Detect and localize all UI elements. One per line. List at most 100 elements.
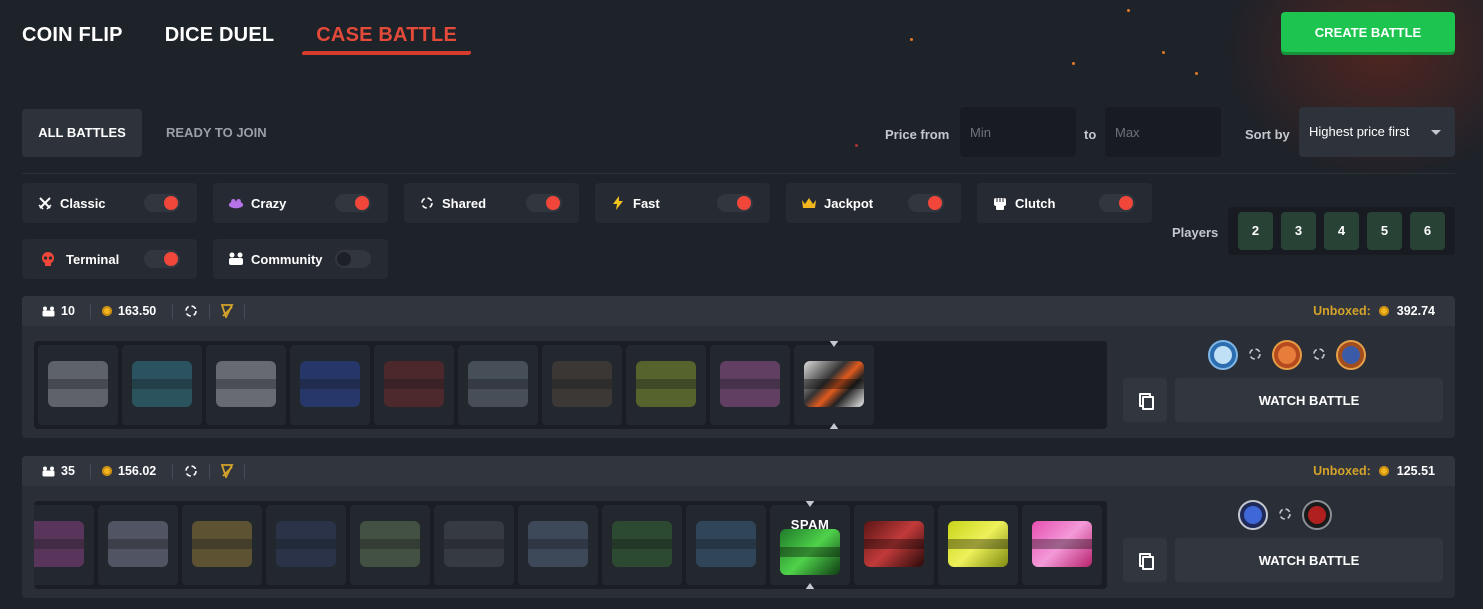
watch-battle-button[interactable]: WATCH BATTLE: [1175, 378, 1443, 422]
case-item: [290, 345, 370, 425]
price-to-label: to: [1084, 127, 1097, 142]
players-option-6[interactable]: 6: [1410, 212, 1445, 250]
coin-icon: [102, 466, 112, 476]
skull-icon: [40, 251, 56, 267]
players-option-4[interactable]: 4: [1324, 212, 1359, 250]
shared-toggle[interactable]: [526, 194, 562, 212]
shared-icon: [1312, 347, 1326, 364]
all-battles-tab[interactable]: ALL BATTLES: [22, 109, 142, 157]
mode-label: Fast: [633, 195, 660, 211]
coin-icon: [1378, 306, 1389, 316]
case-item: [206, 345, 286, 425]
battle-meta-bar: 10 163.50 Unboxed: 392.74: [22, 296, 1455, 326]
fist-icon: [992, 195, 1008, 211]
sort-select[interactable]: Highest price first: [1299, 107, 1455, 157]
case-item: [98, 505, 178, 585]
copy-link-button[interactable]: [1123, 378, 1167, 422]
price-max-input[interactable]: [1105, 107, 1221, 157]
mode-fast: Fast: [595, 183, 770, 223]
game-mode-tabs: COIN FLIP DICE DUEL CASE BATTLE: [22, 24, 457, 47]
copy-link-button[interactable]: [1123, 538, 1167, 582]
tab-coin-flip[interactable]: COIN FLIP: [22, 24, 123, 47]
crazy-icon: [228, 195, 244, 211]
clutch-toggle[interactable]: [1099, 194, 1135, 212]
mode-community: Community: [213, 239, 388, 279]
mode-label: Clutch: [1015, 195, 1056, 211]
players-option-3[interactable]: 3: [1281, 212, 1316, 250]
case-item: [518, 505, 598, 585]
mode-label: Classic: [60, 195, 106, 211]
sort-by-label: Sort by: [1245, 127, 1290, 142]
spark: [855, 144, 858, 147]
cases-icon: [42, 306, 55, 316]
fast-toggle[interactable]: [717, 194, 753, 212]
mode-jackpot: Jackpot: [786, 183, 961, 223]
rounds-count: 35: [42, 464, 75, 478]
shared-icon: [1278, 507, 1292, 524]
players-option-2[interactable]: 2: [1238, 212, 1273, 250]
crown-icon: [801, 195, 817, 211]
tab-case-battle[interactable]: CASE BATTLE: [316, 24, 457, 47]
case-item: [542, 345, 622, 425]
cases-icon: [42, 466, 55, 476]
spark: [910, 38, 913, 41]
case-item: [686, 505, 766, 585]
spark: [1195, 72, 1198, 75]
case-strip: [34, 341, 1107, 429]
crazy-toggle[interactable]: [335, 194, 371, 212]
mode-label: Jackpot: [824, 195, 874, 211]
price-from-label: Price from: [885, 127, 950, 142]
player-avatar[interactable]: [1302, 500, 1332, 530]
tab-dice-duel[interactable]: DICE DUEL: [165, 24, 275, 47]
mode-label: Terminal: [66, 251, 120, 267]
case-item: [458, 345, 538, 425]
case-item: [938, 505, 1018, 585]
jackpot-toggle[interactable]: [908, 194, 944, 212]
current-case-item: [794, 345, 874, 425]
ready-to-join-tab[interactable]: READY TO JOIN: [150, 109, 283, 157]
copy-icon: [1139, 553, 1154, 570]
battle-price: 163.50: [102, 304, 156, 318]
spark: [1127, 9, 1130, 12]
player-avatar[interactable]: [1272, 340, 1302, 370]
mode-label: Shared: [442, 195, 487, 211]
lightning-icon: [610, 195, 626, 211]
marker-top-icon: [829, 341, 839, 347]
copy-icon: [1139, 393, 1154, 410]
create-battle-button[interactable]: CREATE BATTLE: [1281, 12, 1455, 52]
current-case-item: SPAM: [770, 505, 850, 585]
mode-label: Community: [251, 251, 323, 267]
shared-icon: [419, 195, 435, 211]
player-avatar[interactable]: [1208, 340, 1238, 370]
case-item: [34, 505, 94, 585]
mode-shared: Shared: [404, 183, 579, 223]
terminal-toggle[interactable]: [144, 250, 180, 268]
mode-terminal: Terminal: [22, 239, 197, 279]
player-avatar[interactable]: [1336, 340, 1366, 370]
spark: [1072, 62, 1075, 65]
shared-icon: [184, 304, 198, 318]
marker-bottom-icon: [805, 583, 815, 589]
case-item: [182, 505, 262, 585]
case-item: [626, 345, 706, 425]
case-item: [38, 345, 118, 425]
coin-icon: [102, 306, 112, 316]
swords-icon: [37, 195, 53, 211]
players-label: Players: [1172, 225, 1219, 240]
mode-crazy: Crazy: [213, 183, 388, 223]
community-icon: [228, 251, 244, 267]
classic-toggle[interactable]: [144, 194, 180, 212]
players-selector: 2 3 4 5 6: [1228, 207, 1455, 255]
community-toggle[interactable]: [335, 250, 371, 268]
price-min-input[interactable]: [960, 107, 1076, 157]
shared-icon: [184, 464, 198, 478]
player-avatar[interactable]: [1238, 500, 1268, 530]
case-item: [350, 505, 430, 585]
coin-icon: [1378, 466, 1389, 476]
players-option-5[interactable]: 5: [1367, 212, 1402, 250]
unboxed-total: Unboxed: 125.51: [1313, 464, 1435, 478]
battle-meta-bar: 35 156.02 Unboxed: 125.51: [22, 456, 1455, 486]
clutch-mode-icon: [220, 464, 234, 478]
spark: [1162, 51, 1165, 54]
watch-battle-button[interactable]: WATCH BATTLE: [1175, 538, 1443, 582]
